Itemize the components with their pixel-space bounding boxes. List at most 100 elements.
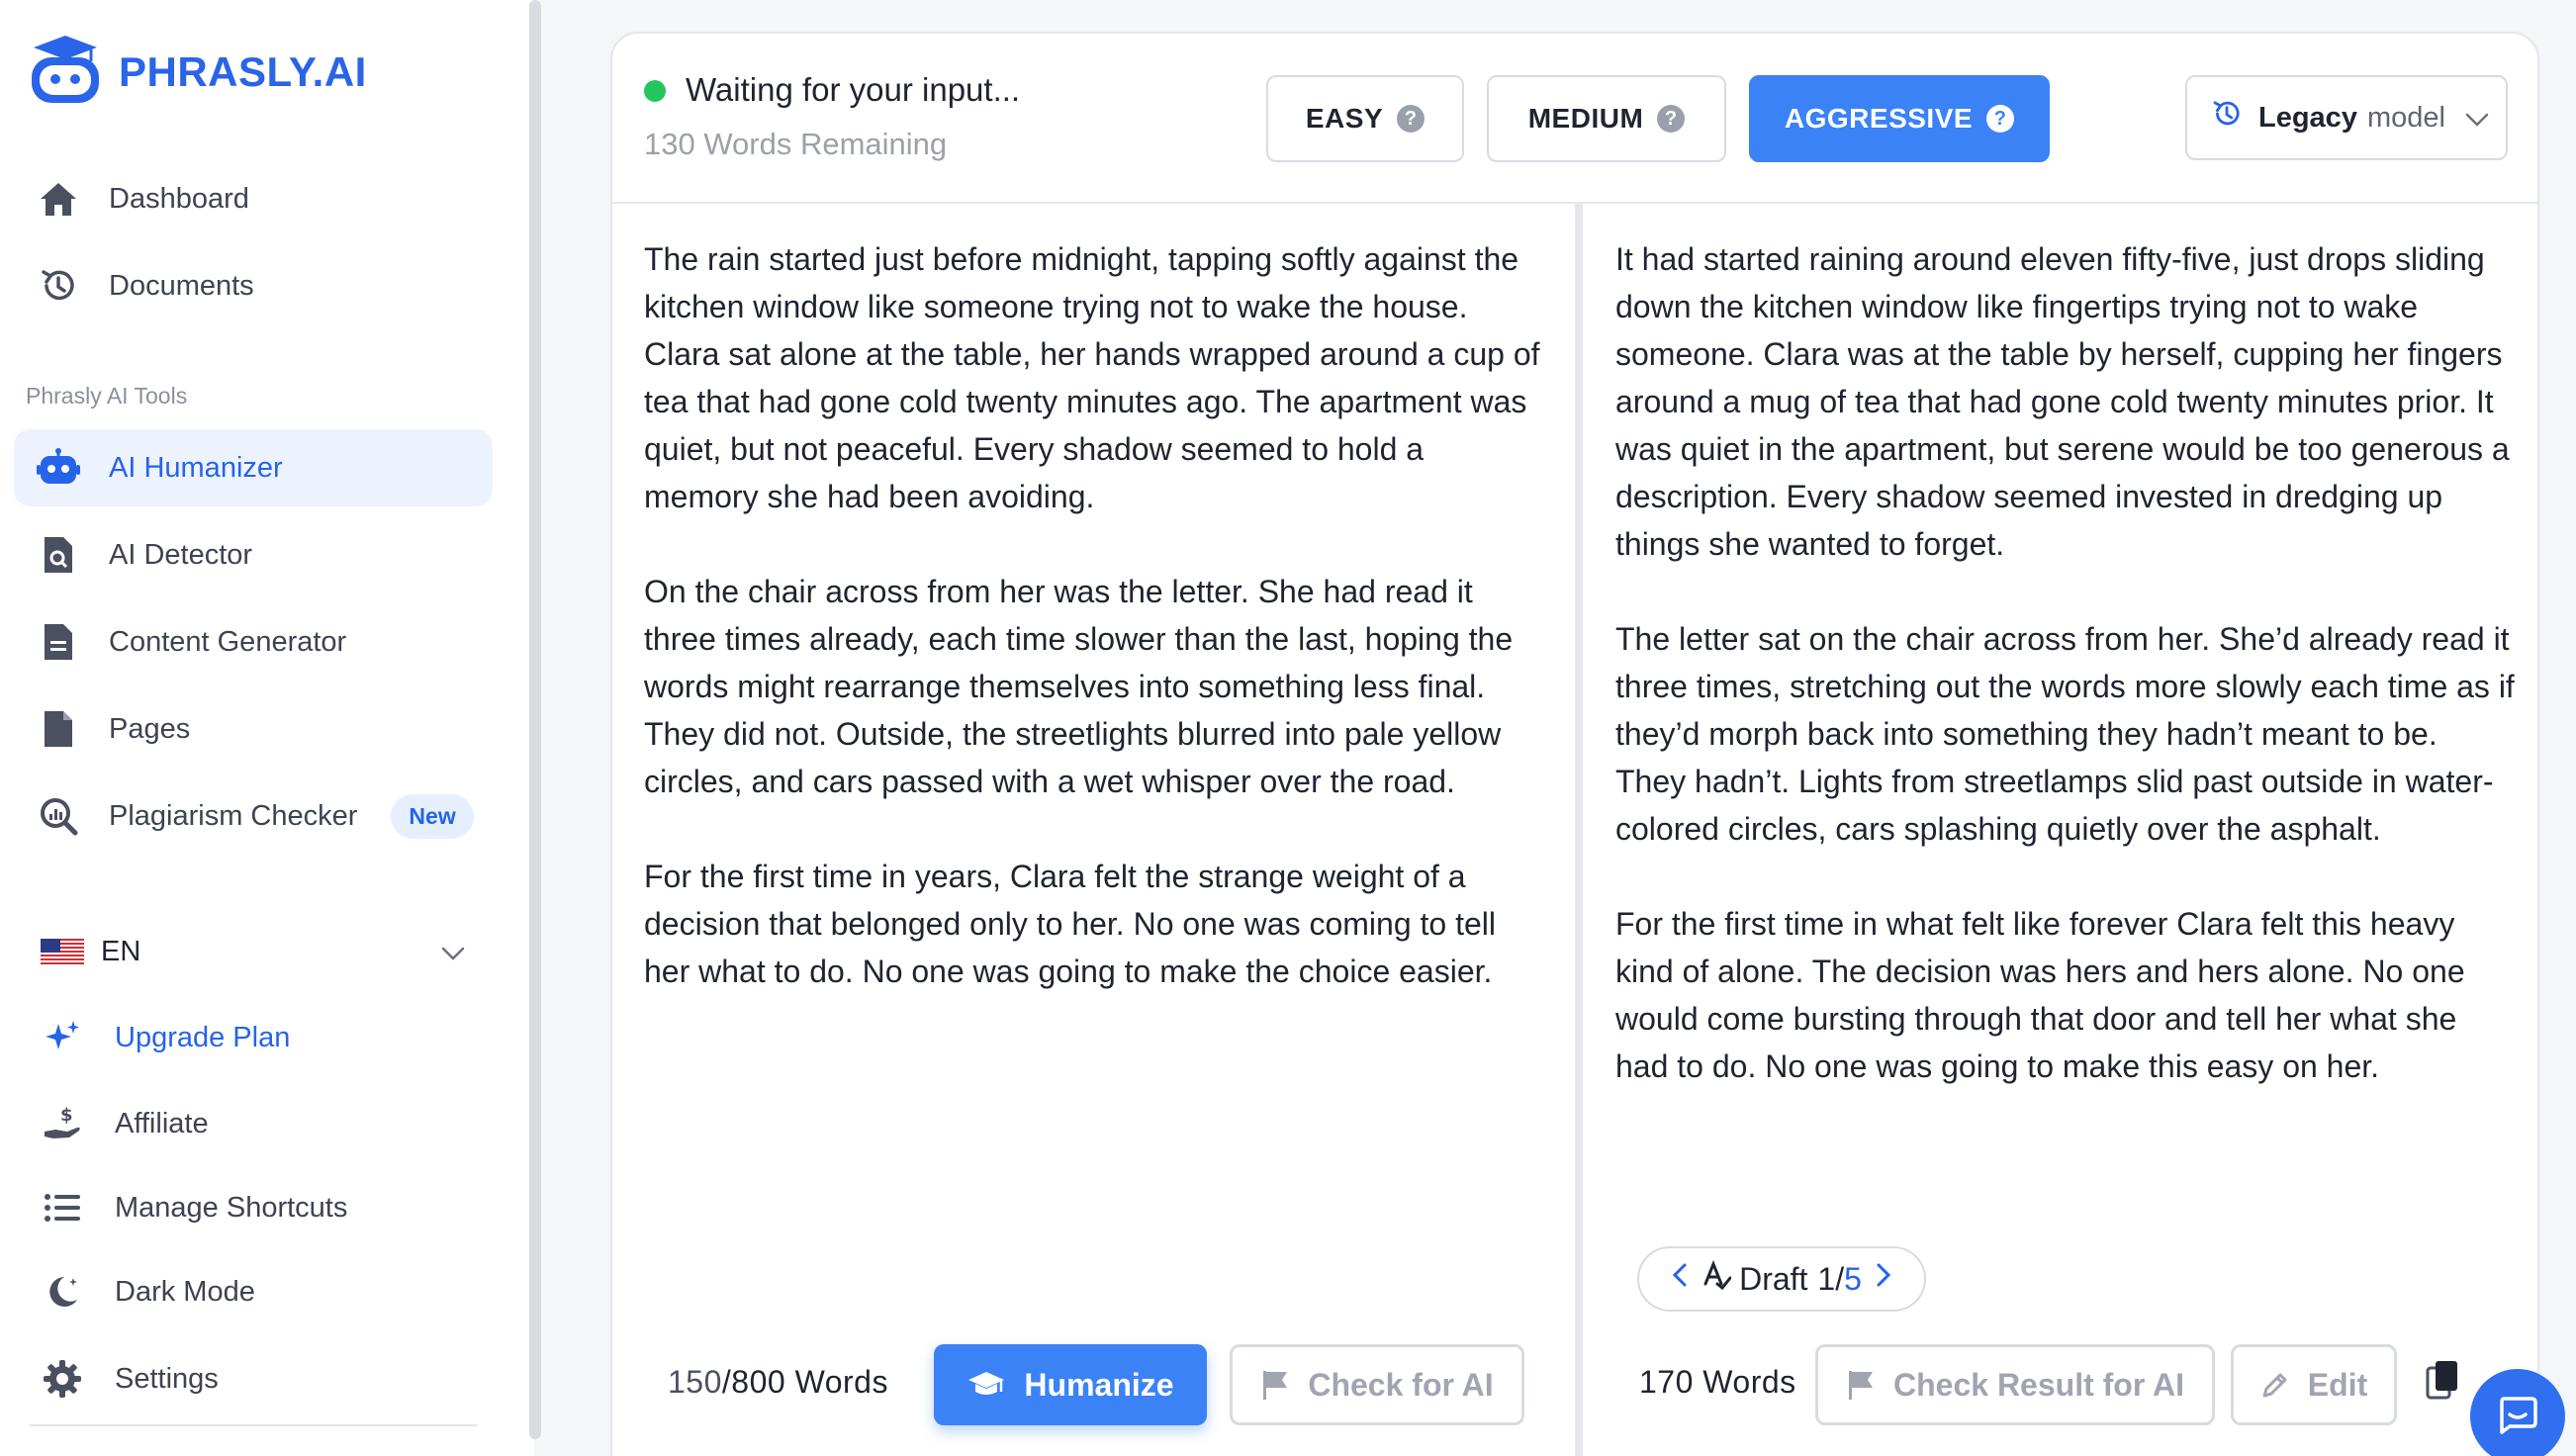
- moon-icon: [40, 1269, 85, 1315]
- input-word-count-max: /800 Words: [721, 1364, 888, 1400]
- home-icon: [36, 176, 81, 222]
- draft-total: 5: [1844, 1260, 1862, 1297]
- draft-separator: /: [1835, 1260, 1845, 1297]
- mode-aggressive-button[interactable]: AGGRESSIVE ?: [1749, 75, 2050, 162]
- check-for-ai-button[interactable]: Check for AI: [1230, 1344, 1524, 1425]
- history-icon: [2211, 98, 2243, 137]
- affiliate-label: Affiliate: [115, 1107, 209, 1139]
- input-paragraph: On the chair across from her was the let…: [644, 574, 1514, 799]
- output-paragraph: For the first time in what felt like for…: [1615, 906, 2465, 1084]
- app-root: PHRASLY.AI Dashboard Documents Phrasly A…: [0, 0, 2576, 1456]
- nav-dashboard-label: Dashboard: [109, 182, 249, 215]
- new-badge: New: [391, 793, 474, 839]
- tool-ai-humanizer[interactable]: AI Humanizer: [14, 429, 493, 506]
- tools-section-label: Phrasly AI Tools: [26, 383, 188, 409]
- words-remaining: 130 Words Remaining: [644, 127, 948, 161]
- output-word-count: 170 Words: [1639, 1364, 1796, 1400]
- settings-label: Settings: [115, 1362, 219, 1395]
- chevron-down-icon: [441, 936, 465, 968]
- tool-pages[interactable]: Pages: [14, 690, 493, 768]
- tool-plagiarism-checker[interactable]: Plagiarism Checker New: [14, 777, 493, 855]
- input-paragraph: For the first time in years, Clara felt …: [644, 859, 1496, 989]
- check-for-ai-label: Check for AI: [1308, 1366, 1494, 1403]
- tool-pages-label: Pages: [109, 712, 191, 745]
- model-select[interactable]: Legacy model: [2185, 75, 2508, 160]
- input-text-area[interactable]: The rain started just before midnight, t…: [644, 235, 1544, 1043]
- robot-logo-icon: [26, 34, 105, 110]
- draft-label: Draft: [1739, 1260, 1808, 1297]
- help-icon[interactable]: ?: [1397, 105, 1426, 133]
- pencil-icon: [2260, 1370, 2290, 1400]
- mode-easy-button[interactable]: EASY ?: [1266, 75, 1464, 162]
- pane-divider[interactable]: [1575, 204, 1583, 1456]
- logo[interactable]: PHRASLY.AI: [26, 34, 367, 110]
- tool-plagiarism-checker-label: Plagiarism Checker: [109, 799, 358, 832]
- output-text-area[interactable]: It had started raining around eleven fif…: [1615, 235, 2516, 1138]
- page-icon: [36, 706, 81, 752]
- list-icon: [40, 1185, 85, 1230]
- edit-label: Edit: [2307, 1366, 2368, 1403]
- tool-ai-humanizer-label: AI Humanizer: [109, 451, 283, 484]
- settings-link[interactable]: Settings: [40, 1349, 475, 1409]
- sidebar: PHRASLY.AI Dashboard Documents Phrasly A…: [0, 0, 534, 1456]
- gear-icon: [40, 1356, 85, 1402]
- chat-support-button[interactable]: [2470, 1369, 2565, 1456]
- output-paragraph: It had started raining around eleven fif…: [1615, 241, 2510, 562]
- dark-mode-label: Dark Mode: [115, 1275, 255, 1308]
- svg-text:$: $: [60, 1105, 73, 1126]
- chevron-left-icon[interactable]: [1672, 1262, 1688, 1296]
- us-flag-icon: [40, 929, 85, 974]
- help-icon[interactable]: ?: [1986, 105, 2015, 133]
- mode-aggressive-label: AGGRESSIVE: [1784, 103, 1974, 134]
- brand-name: PHRASLY.AI: [119, 47, 367, 95]
- check-result-label: Check Result for AI: [1893, 1366, 2184, 1403]
- input-paragraph: The rain started just before midnight, t…: [644, 241, 1540, 514]
- mode-medium-label: MEDIUM: [1527, 103, 1644, 134]
- model-name: Legacy: [2258, 101, 2357, 134]
- editor-topbar: Waiting for your input... 130 Words Rema…: [612, 34, 2537, 204]
- tool-ai-detector[interactable]: AI Detector: [14, 516, 493, 593]
- detector-icon: [36, 532, 81, 578]
- help-icon[interactable]: ?: [1657, 105, 1686, 133]
- status-dot: [644, 80, 666, 102]
- mode-medium-button[interactable]: MEDIUM ?: [1487, 75, 1726, 162]
- humanizer-card: Waiting for your input... 130 Words Rema…: [610, 32, 2539, 1456]
- copy-icon[interactable]: [2425, 1359, 2462, 1408]
- input-word-count: 150/800 Words: [668, 1364, 888, 1401]
- check-result-for-ai-button[interactable]: Check Result for AI: [1815, 1344, 2215, 1425]
- graduation-cap-icon: [966, 1370, 1006, 1400]
- sidebar-scrollbar[interactable]: [529, 0, 541, 1439]
- output-paragraph: The letter sat on the chair across from …: [1615, 621, 2515, 847]
- nav-documents[interactable]: Documents: [14, 247, 493, 324]
- draft-navigator: Draft 1 / 5: [1637, 1246, 1926, 1312]
- magnify-icon: [36, 793, 81, 839]
- affiliate-link[interactable]: $ Affiliate: [40, 1094, 475, 1153]
- dark-mode-toggle[interactable]: Dark Mode: [40, 1262, 475, 1321]
- document-icon: [36, 619, 81, 665]
- language-selector[interactable]: EN: [40, 922, 465, 981]
- flag-icon: [1846, 1369, 1876, 1401]
- nav-dashboard[interactable]: Dashboard: [14, 160, 493, 237]
- manage-shortcuts-link[interactable]: Manage Shortcuts: [40, 1178, 475, 1237]
- history-icon: [36, 263, 81, 309]
- status-text: Waiting for your input...: [686, 71, 1021, 108]
- tool-content-generator[interactable]: Content Generator: [14, 603, 493, 681]
- draft-current: 1: [1817, 1260, 1836, 1297]
- mode-easy-label: EASY: [1305, 103, 1384, 134]
- dollar-hand-icon: $: [40, 1101, 85, 1146]
- manage-shortcuts-label: Manage Shortcuts: [115, 1191, 348, 1224]
- model-suffix: model: [2366, 101, 2445, 134]
- tool-content-generator-label: Content Generator: [109, 625, 347, 658]
- language-code: EN: [101, 935, 141, 967]
- input-word-count-used: 150: [668, 1364, 722, 1400]
- flag-icon: [1260, 1369, 1290, 1401]
- tool-ai-detector-label: AI Detector: [109, 538, 253, 571]
- chevron-right-icon[interactable]: [1876, 1262, 1891, 1296]
- chat-icon: [2496, 1393, 2539, 1441]
- humanize-button[interactable]: Humanize: [934, 1344, 1207, 1425]
- sparkle-icon: [40, 1015, 85, 1060]
- edit-button[interactable]: Edit: [2231, 1344, 2397, 1425]
- upgrade-plan-label: Upgrade Plan: [115, 1021, 291, 1053]
- humanize-label: Humanize: [1024, 1366, 1174, 1403]
- upgrade-plan-button[interactable]: Upgrade Plan: [40, 1008, 475, 1067]
